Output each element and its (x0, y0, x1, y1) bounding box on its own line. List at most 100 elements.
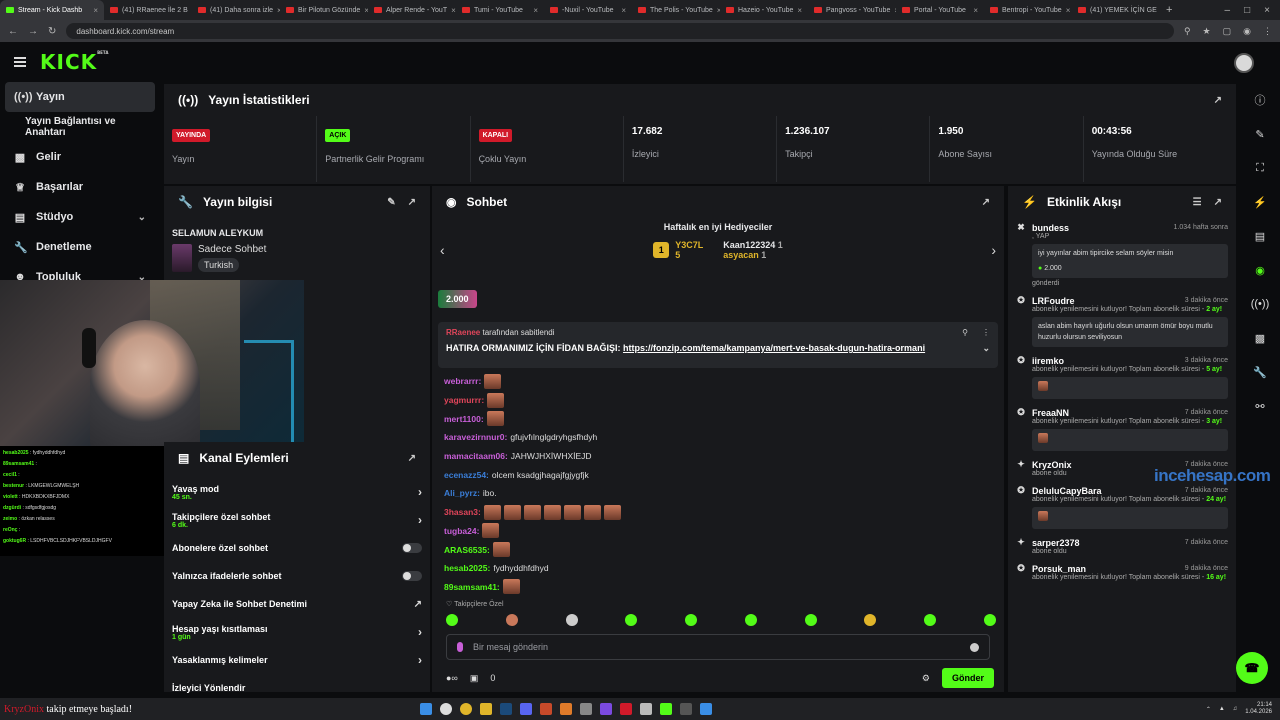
feed-username[interactable]: KryzOnix (1032, 460, 1072, 470)
emote-button[interactable] (505, 614, 518, 626)
close-icon[interactable]: × (797, 6, 802, 15)
chevron-right-icon[interactable]: › (991, 242, 996, 258)
feed-username[interactable]: Porsuk_man (1032, 564, 1086, 574)
chevron-up-icon[interactable]: ⌃ (1206, 706, 1211, 713)
feed-username[interactable]: iiremko (1032, 356, 1064, 366)
emote-button[interactable] (864, 614, 877, 626)
chat-username[interactable]: mert1100: (444, 414, 484, 424)
app-icon[interactable] (700, 703, 712, 715)
emoji-icon[interactable] (970, 642, 979, 652)
chevron-left-icon[interactable]: ‹ (440, 242, 445, 258)
wrench-icon[interactable]: 🔧 (1244, 356, 1276, 388)
emote-button[interactable] (565, 614, 578, 626)
app-icon[interactable] (620, 703, 632, 715)
chat-username[interactable]: ecenazz54: (444, 470, 489, 480)
hamburger-menu-icon[interactable] (14, 57, 26, 67)
popout-icon[interactable]: ↗ (1214, 95, 1222, 106)
broadcast-icon[interactable]: ((•)) (1244, 288, 1276, 320)
channel-action-row[interactable]: Yavaş mod 45 sn. › (164, 478, 430, 506)
discord-icon[interactable] (520, 703, 532, 715)
extensions-icon[interactable]: ▢ (1223, 26, 1232, 37)
back-icon[interactable]: ← (8, 26, 18, 37)
browser-tab[interactable]: -Nuxil - YouTube × (544, 0, 632, 20)
feed-username[interactable]: LRFoudre (1032, 296, 1075, 306)
menu-dots-icon[interactable]: ⋮ (1263, 26, 1272, 37)
chat-username[interactable]: karavezirnnur0: (444, 432, 507, 442)
pencil-icon[interactable]: ✎ (1244, 118, 1276, 150)
close-icon[interactable]: × (1066, 6, 1071, 15)
wifi-icon[interactable]: ▲ (1219, 706, 1225, 712)
browser-tab[interactable]: Bentropi - YouTube × (984, 0, 1072, 20)
search-icon[interactable] (440, 703, 452, 715)
feed-username[interactable]: DeluluCapyBara (1032, 486, 1102, 496)
app-icon[interactable] (540, 703, 552, 715)
community-icon[interactable]: ⚯ (1244, 390, 1276, 422)
zoom-icon[interactable]: ⚲ (1184, 26, 1191, 37)
chat-username[interactable]: Ali_pyrz: (444, 488, 480, 498)
explorer-icon[interactable] (480, 703, 492, 715)
channel-action-row[interactable]: Yapay Zeka ile Sohbet Denetimi ↗ (164, 590, 430, 618)
emote-button[interactable] (804, 614, 817, 626)
settings-gear-icon[interactable]: ⚙ (922, 673, 930, 684)
sidebar-item-studyo[interactable]: ▤ Stüdyo ⌄ (0, 202, 160, 232)
edit-pencil-icon[interactable]: ✎ (387, 197, 395, 208)
kick-logo[interactable]: KICKBETA (40, 50, 108, 74)
app-icon[interactable] (600, 703, 612, 715)
minimize-icon[interactable]: – (1225, 5, 1231, 16)
external-link-icon[interactable]: ↗ (414, 599, 422, 610)
browser-tab[interactable]: Alper Rende - YouT × (368, 0, 456, 20)
toggle-switch[interactable] (402, 543, 422, 553)
steam-icon[interactable] (500, 703, 512, 715)
profile-icon[interactable]: ◉ (1243, 26, 1251, 37)
chat-username[interactable]: ARAS6535: (444, 545, 490, 555)
channel-action-row[interactable]: Takipçilere özel sohbet 6 dk. › (164, 506, 430, 534)
windows-start-icon[interactable] (420, 703, 432, 715)
sidebar-item-yayin[interactable]: ((•)) Yayın (5, 82, 155, 112)
reload-icon[interactable]: ↻ (48, 26, 56, 37)
chevron-right-icon[interactable]: › (418, 625, 422, 639)
gift-amount-pill[interactable]: 2.000 (438, 290, 477, 308)
url-field[interactable]: dashboard.kick.com/stream (66, 23, 1174, 39)
chat-username[interactable]: hesab2025: (444, 563, 490, 573)
browser-tab[interactable]: Pangvoss - YouTube× (808, 0, 896, 20)
sidebar-item-gelir[interactable]: ▩ Gelir (0, 142, 160, 172)
chevron-down-icon[interactable]: ⌄ (982, 343, 990, 354)
channel-action-row[interactable]: Yalnızca ifadelerle sohbet (164, 562, 430, 590)
chat-username[interactable]: mamacitaam06: (444, 451, 508, 461)
app-icon[interactable] (560, 703, 572, 715)
sidebar-item-denetleme[interactable]: 🔧 Denetleme (0, 232, 160, 262)
send-button[interactable]: Gönder (941, 668, 994, 688)
user-avatar[interactable] (1234, 53, 1254, 73)
browser-tab[interactable]: (41) Daha sonra izle × (192, 0, 280, 20)
app-icon[interactable] (580, 703, 592, 715)
gift-box-icon[interactable]: ▣ (470, 673, 479, 684)
chat-input[interactable]: Bir mesaj gönderin (446, 634, 990, 660)
popout-icon[interactable]: ↗ (1214, 197, 1222, 208)
chevron-right-icon[interactable]: › (418, 485, 422, 499)
feed-username[interactable]: bundess (1032, 223, 1069, 233)
browser-tab[interactable]: (41) RRaenee İle 2 B× (104, 0, 192, 20)
emote-button[interactable] (744, 614, 757, 626)
new-tab-icon[interactable]: + (1160, 4, 1178, 16)
chat-icon[interactable]: ◉ (1244, 254, 1276, 286)
volume-icon[interactable]: ♫ (1233, 706, 1238, 712)
bookmark-star-icon[interactable]: ★ (1203, 26, 1211, 37)
clipboard-icon[interactable]: ▤ (1244, 220, 1276, 252)
emote-button[interactable] (685, 614, 698, 626)
browser-tab[interactable]: Portal - YouTube × (896, 0, 984, 20)
feed-username[interactable]: sarper2378 (1032, 538, 1080, 548)
app-icon[interactable] (640, 703, 652, 715)
feed-username[interactable]: FreaaNN (1032, 408, 1069, 418)
mic-icon[interactable] (457, 642, 463, 652)
support-chat-button[interactable]: ☎ (1236, 652, 1268, 684)
close-icon[interactable]: × (621, 6, 626, 15)
emote-button[interactable] (924, 614, 937, 626)
browser-tab[interactable]: Tumi - YouTube × (456, 0, 544, 20)
emote-button[interactable] (983, 614, 996, 626)
chevron-right-icon[interactable]: › (418, 653, 422, 667)
chat-username[interactable]: yagmurrr: (444, 395, 484, 405)
chat-username[interactable]: 3hasan3: (444, 507, 481, 517)
layout-icon[interactable]: ▩ (1244, 322, 1276, 354)
sidebar-item-basarilar[interactable]: ♕ Başarılar (0, 172, 160, 202)
close-icon[interactable]: × (93, 6, 98, 15)
